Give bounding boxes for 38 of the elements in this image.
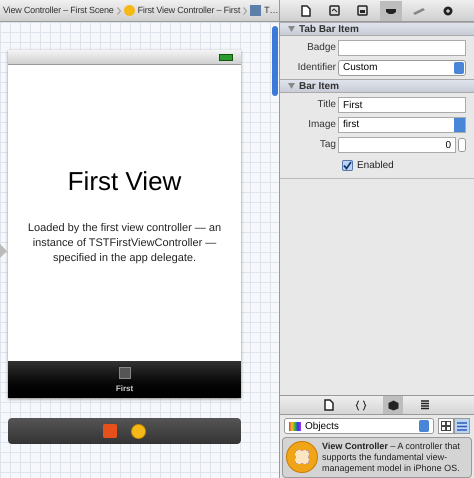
field-label: Badge: [306, 41, 337, 55]
view-controller-icon[interactable]: [131, 424, 146, 438]
badge-field[interactable]: [338, 40, 466, 56]
disclosure-triangle-icon[interactable]: [288, 83, 295, 89]
chevron-icon: [116, 6, 121, 14]
scroll-bar[interactable]: [272, 26, 278, 96]
attributes-icon[interactable]: [380, 0, 402, 20]
section-title: Bar Item: [299, 80, 340, 94]
breadcrumb-item[interactable]: First View Controller – First: [138, 4, 240, 18]
view-title: First View: [68, 165, 182, 198]
battery-icon: [219, 54, 233, 60]
field-label: Identifier: [296, 61, 337, 75]
chevron-icon: [243, 6, 248, 14]
library-item[interactable]: View Controller – A controller that supports the fundamental view-management model in iPhone OS.: [282, 437, 472, 478]
title-field[interactable]: First: [338, 96, 466, 112]
field-label: Tag: [318, 138, 337, 152]
tab-bar-icon: [250, 5, 262, 16]
checkbox[interactable]: [342, 160, 353, 170]
tab-bar-item[interactable]: First: [116, 361, 134, 398]
breadcrumb-item[interactable]: T…: [264, 4, 278, 18]
grid-icon[interactable]: [438, 418, 454, 434]
tag-field[interactable]: 0: [338, 136, 456, 152]
palette-icon: [289, 422, 301, 430]
field-label: Title: [316, 98, 337, 112]
list-icon[interactable]: [454, 418, 470, 434]
description-text: Loaded by the first view controller — an instance of TSTFirstViewController — specified in the app delegate.: [26, 221, 222, 266]
item-description: View Controller – A controller that supports the fundamental view-management model in iPhone OS.: [322, 441, 461, 474]
image-combo-box[interactable]: first: [338, 116, 466, 132]
breadcrumb-item[interactable]: View Controller – First Scene: [3, 4, 114, 18]
placeholder-icon: [118, 367, 130, 379]
category-dropdown[interactable]: Objects: [284, 418, 434, 434]
checkbox-label: Enabled: [357, 158, 394, 172]
view-controller-icon: [124, 5, 135, 16]
section-title: Tab Bar Item: [299, 22, 359, 36]
field-label: Image: [307, 118, 337, 132]
identifier-dropdown[interactable]: Custom: [338, 60, 466, 76]
view-controller-icon: [286, 441, 318, 473]
disclosure-triangle-icon[interactable]: [288, 26, 295, 32]
